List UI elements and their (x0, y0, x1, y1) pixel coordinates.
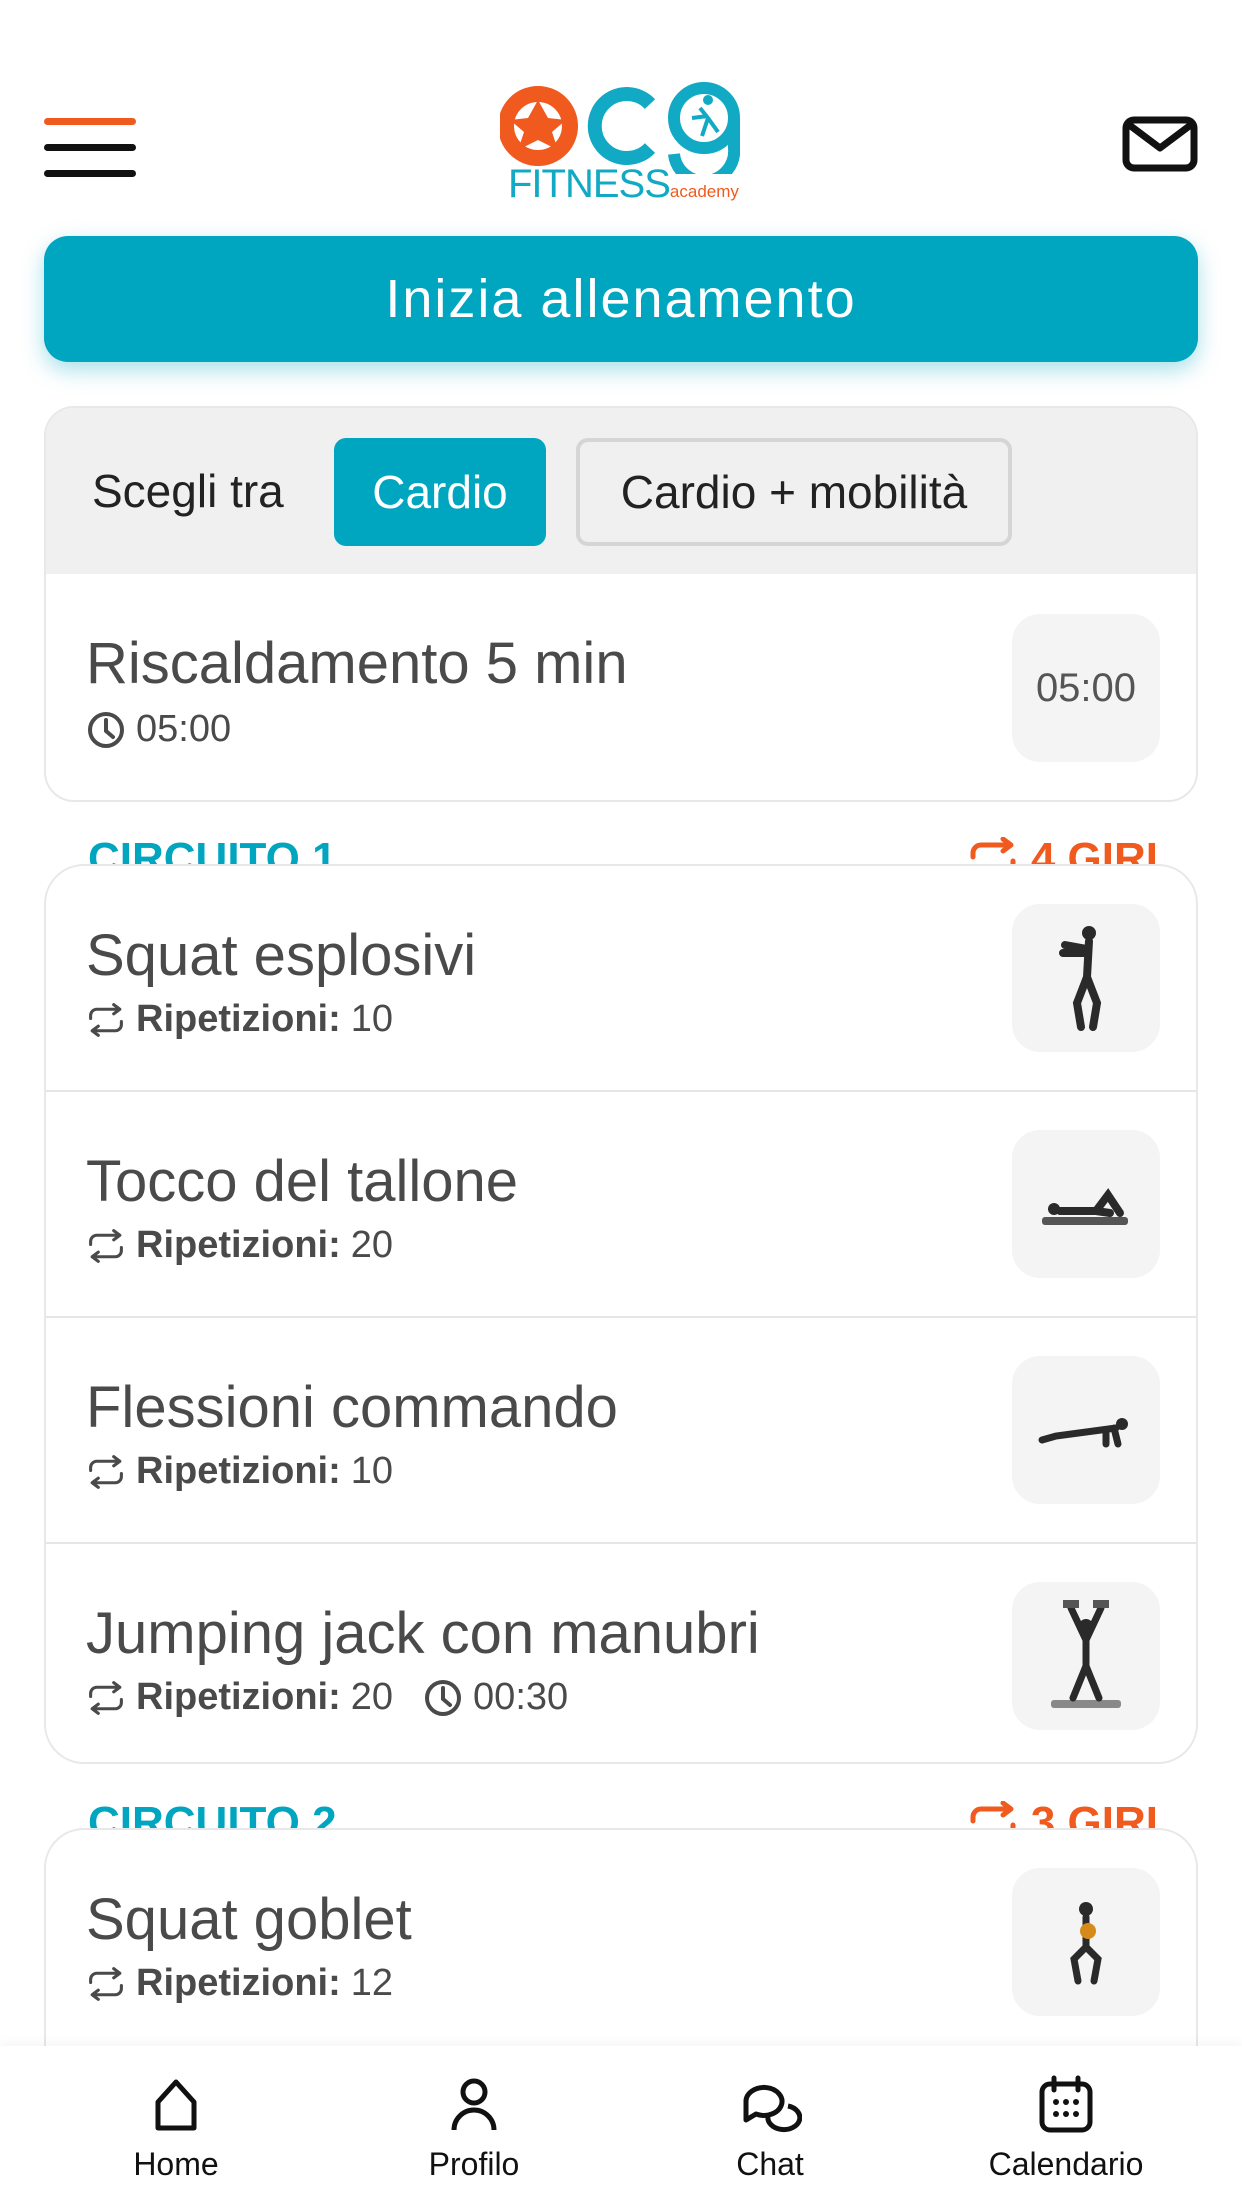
warmup-row[interactable]: Riscaldamento 5 min 05:00 05:00 (46, 574, 1196, 800)
exercise-reps: Ripetizioni: 12 (86, 1962, 393, 2005)
exercise-thumbnail (1012, 1582, 1160, 1730)
acg-fitness-logo: FITNESSacademy (500, 78, 750, 208)
exercise-reps: Ripetizioni: 20 00:30 (86, 1676, 568, 1719)
bottom-navigation: Home Profilo Chat Calendario (0, 2046, 1242, 2208)
exercise-figure-icon (1070, 1902, 1102, 1985)
exercise-row[interactable]: Squat goblet Ripetizioni: 12 (46, 1830, 1196, 2056)
repeat-icon (89, 1002, 123, 1037)
clock-icon (88, 711, 124, 748)
clock-icon (425, 1679, 462, 1716)
choice-bar: Scegli tra Cardio Cardio + mobilità (46, 408, 1196, 574)
logo-subtitle: FITNESSacademy (508, 162, 739, 206)
profile-icon (451, 2078, 497, 2131)
repeat-icon (89, 1680, 123, 1715)
option-cardio[interactable]: Cardio (334, 438, 546, 546)
exercise-thumbnail (1012, 1356, 1160, 1504)
exercise-reps: Ripetizioni: 10 (86, 998, 393, 1041)
workout-choice-card: Scegli tra Cardio Cardio + mobilità Risc… (44, 406, 1198, 802)
exercise-name: Tocco del tallone (86, 1149, 519, 1214)
choice-label: Scegli tra (92, 465, 284, 517)
start-workout-button[interactable]: Inizia allenamento (44, 236, 1198, 362)
exercise-thumbnail (1012, 1868, 1160, 2016)
exercise-name: Squat esplosivi (86, 923, 477, 988)
exercise-figure-icon (1038, 1418, 1128, 1448)
nav-calendar[interactable]: Calendario (946, 2072, 1186, 2183)
nav-profile[interactable]: Profilo (354, 2072, 594, 2183)
exercise-reps: Ripetizioni: 20 (86, 1224, 393, 1267)
option-cardio-mobility[interactable]: Cardio + mobilità (576, 438, 1012, 546)
circuit-1-card: Squat esplosivi Ripetizioni: 10 Tocco del… (44, 864, 1198, 1764)
repeat-icon (89, 1454, 123, 1489)
exercise-row[interactable]: Tocco del tallone Ripetizioni: 20 (46, 1092, 1196, 1318)
envelope-icon[interactable] (1122, 116, 1198, 172)
exercise-name: Flessioni commando (86, 1375, 618, 1440)
nav-chat[interactable]: Chat (650, 2072, 890, 2183)
exercise-name: Squat goblet (86, 1887, 412, 1952)
warmup-timer-thumb: 05:00 (1012, 614, 1160, 762)
app-header: FITNESSacademy (0, 0, 1242, 230)
exercise-time: 00:30 (473, 1676, 569, 1718)
exercise-row[interactable]: Jumping jack con manubri Ripetizioni: 20 … (46, 1544, 1196, 1762)
repeat-icon (89, 1228, 123, 1263)
exercise-figure-icon (1051, 1600, 1121, 1708)
exercise-row[interactable]: Squat esplosivi Ripetizioni: 10 (46, 866, 1196, 1092)
hamburger-menu-icon[interactable] (44, 118, 136, 178)
home-icon (155, 2079, 197, 2131)
exercise-figure-icon (1059, 926, 1102, 1031)
exercise-row[interactable]: Flessioni commando Ripetizioni: 10 (46, 1318, 1196, 1544)
exercise-thumbnail (1012, 904, 1160, 1052)
exercise-reps: Ripetizioni: 10 (86, 1450, 393, 1493)
calendar-icon (1039, 2075, 1093, 2133)
exercise-thumbnail (1012, 1130, 1160, 1278)
warmup-title: Riscaldamento 5 min (86, 631, 628, 696)
chat-icon (743, 2084, 802, 2133)
warmup-duration: 05:00 (86, 708, 231, 751)
exercise-figure-icon (1042, 1188, 1128, 1225)
repeat-icon (89, 1966, 123, 2001)
exercise-name: Jumping jack con manubri (86, 1601, 760, 1666)
nav-home[interactable]: Home (56, 2072, 296, 2183)
